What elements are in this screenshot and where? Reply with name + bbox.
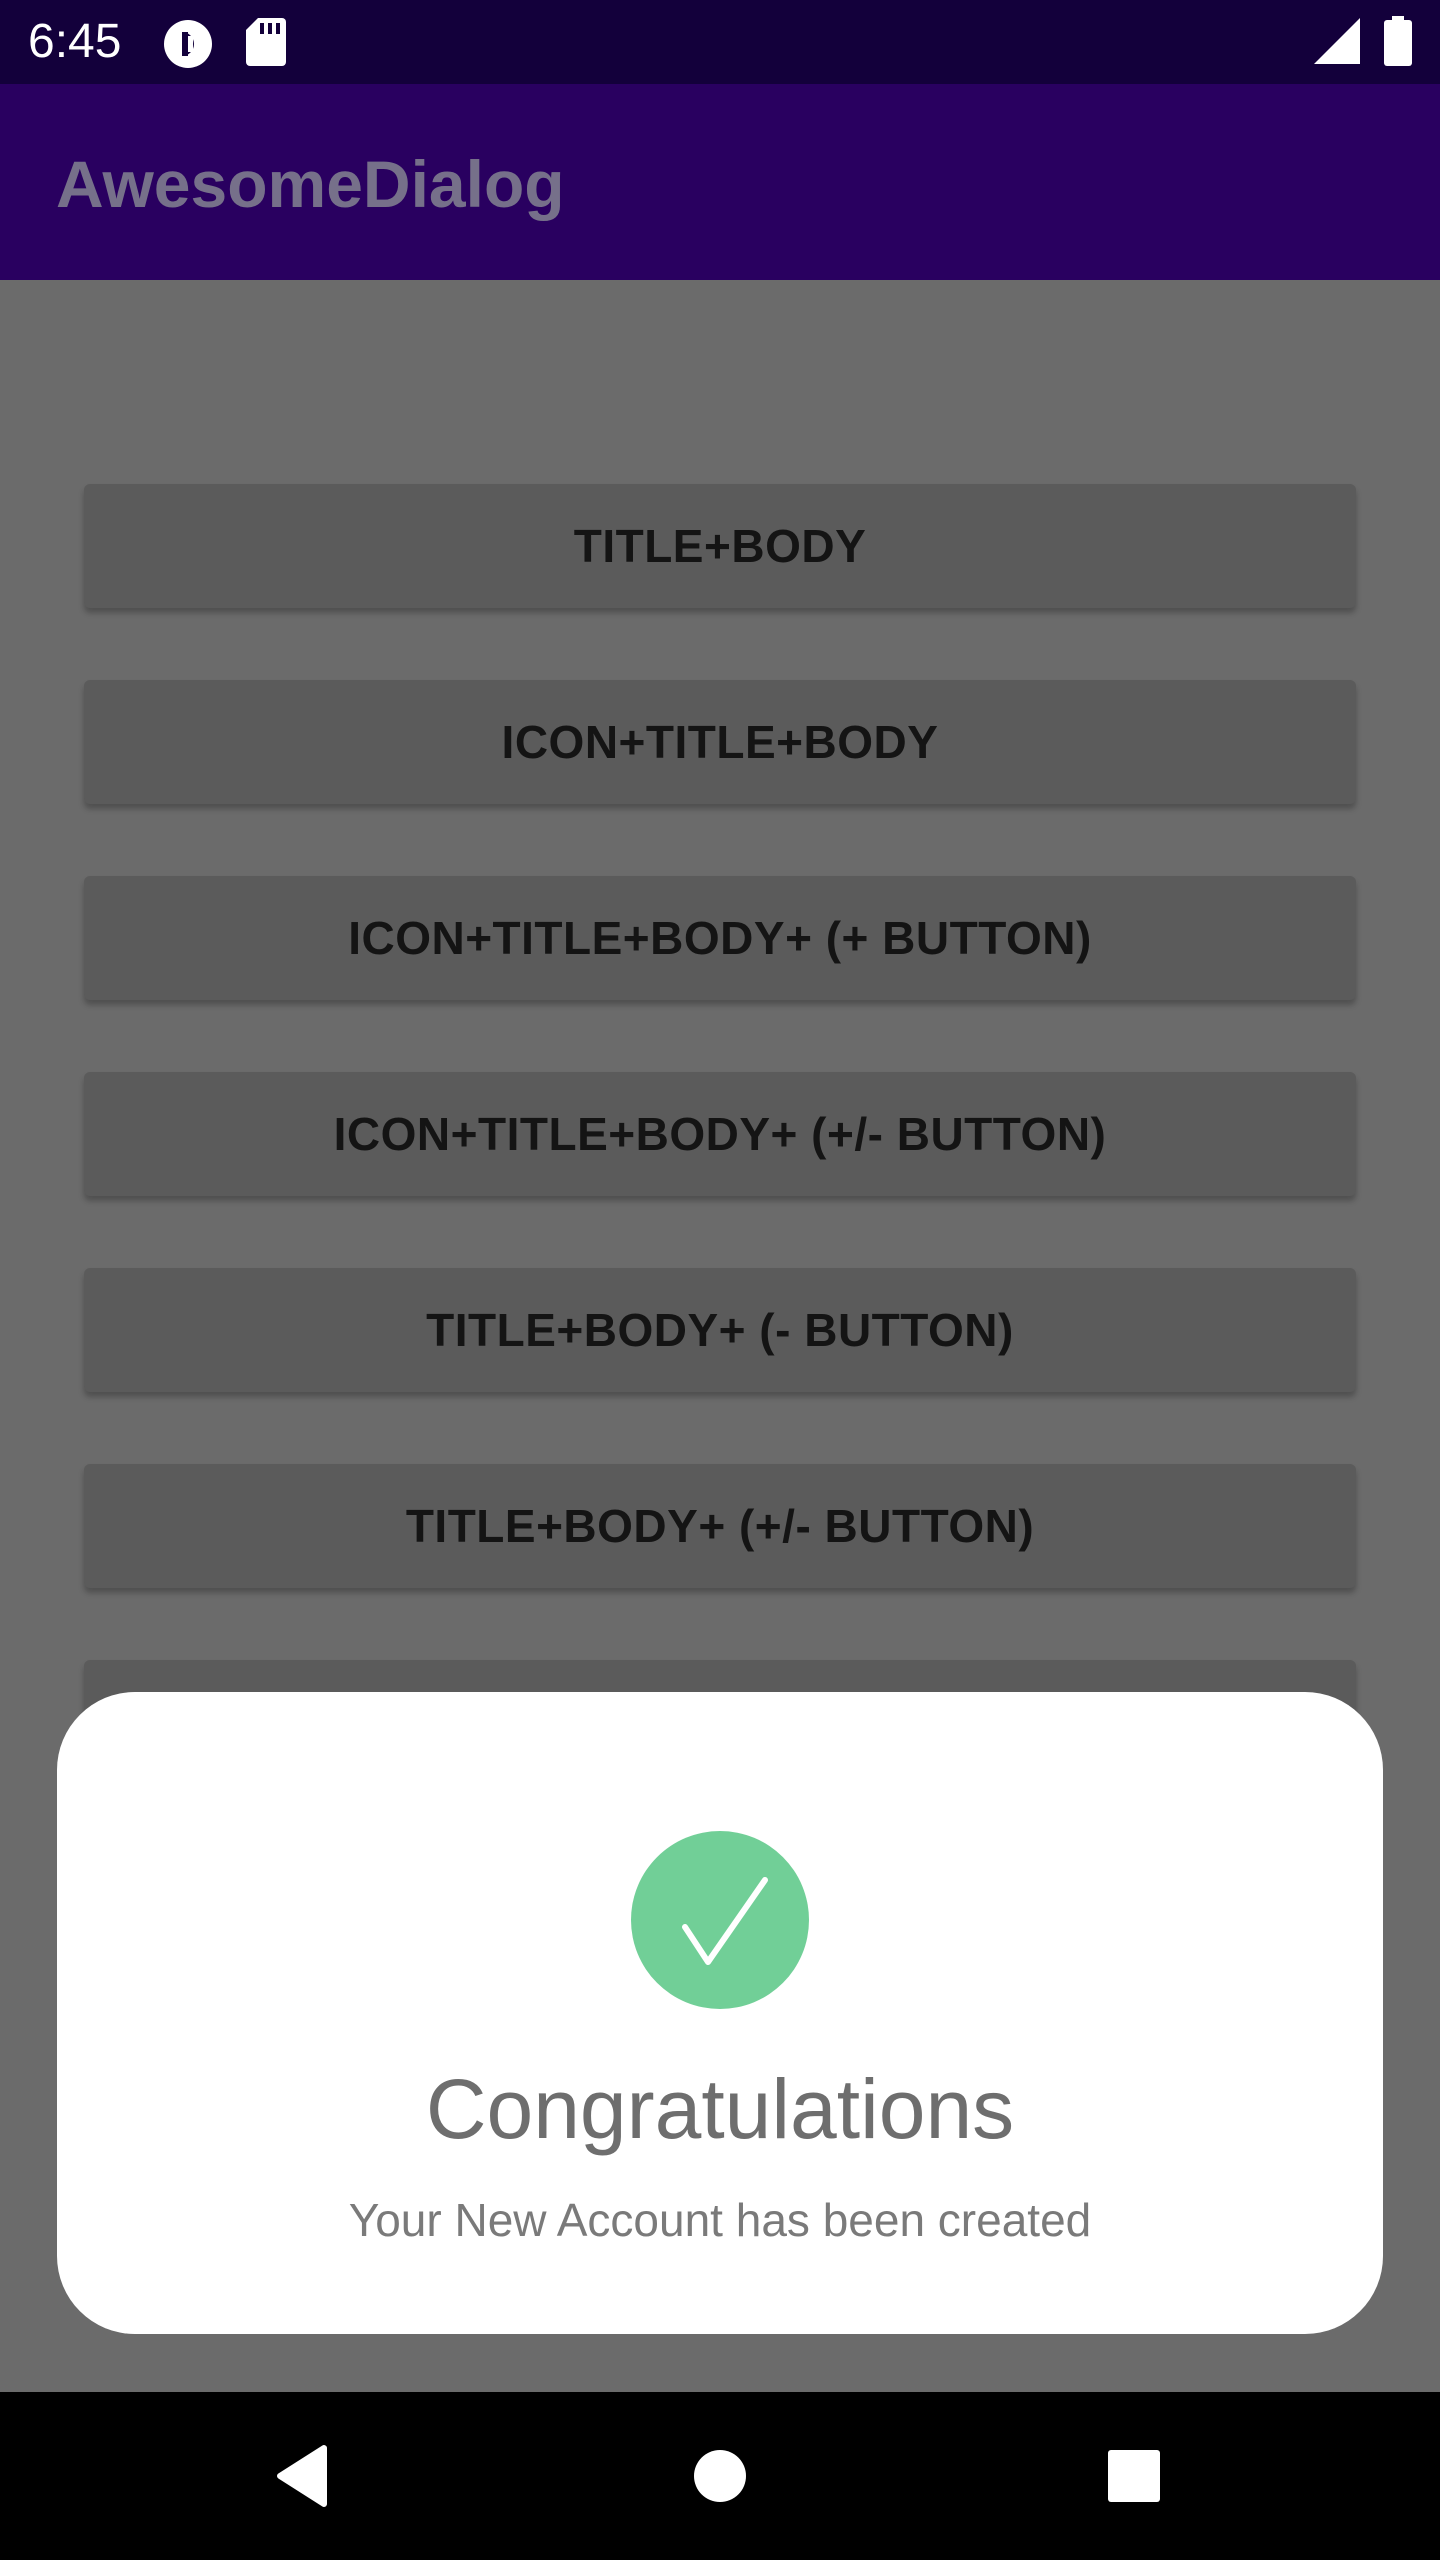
battery-icon — [1384, 16, 1412, 71]
icon-title-body-positive-button[interactable]: ICON+TITLE+BODY+ (+ BUTTON) — [84, 876, 1356, 1000]
navigation-bar — [0, 2392, 1440, 2560]
dialog-body: Your New Account has been created — [348, 2194, 1092, 2246]
status-bar: 6:45 — [0, 0, 1440, 84]
pocket-casts-icon — [162, 18, 214, 75]
success-dialog: Congratulations Your New Account has bee… — [57, 1692, 1383, 2334]
screen: 6:45 AwesomeDialog TITLE+BODY ICON+TITLE… — [0, 0, 1440, 2560]
checkmark-icon — [631, 1831, 809, 2009]
sd-card-icon — [246, 18, 286, 71]
title-body-negative-button[interactable]: TITLE+BODY+ (- BUTTON) — [84, 1268, 1356, 1392]
recents-icon[interactable] — [1092, 2434, 1176, 2518]
title-body-button[interactable]: TITLE+BODY — [84, 484, 1356, 608]
signal-icon — [1314, 18, 1360, 69]
home-icon[interactable] — [678, 2434, 762, 2518]
back-icon[interactable] — [262, 2434, 346, 2518]
title-body-positive-negative-button[interactable]: TITLE+BODY+ (+/- BUTTON) — [84, 1464, 1356, 1588]
app-title: AwesomeDialog — [56, 147, 565, 221]
icon-title-body-button[interactable]: ICON+TITLE+BODY — [84, 680, 1356, 804]
app-bar: AwesomeDialog — [0, 84, 1440, 280]
status-time: 6:45 — [28, 15, 122, 68]
icon-title-body-positive-negative-button[interactable]: ICON+TITLE+BODY+ (+/- BUTTON) — [84, 1072, 1356, 1196]
dialog-title: Congratulations — [425, 2062, 1015, 2156]
